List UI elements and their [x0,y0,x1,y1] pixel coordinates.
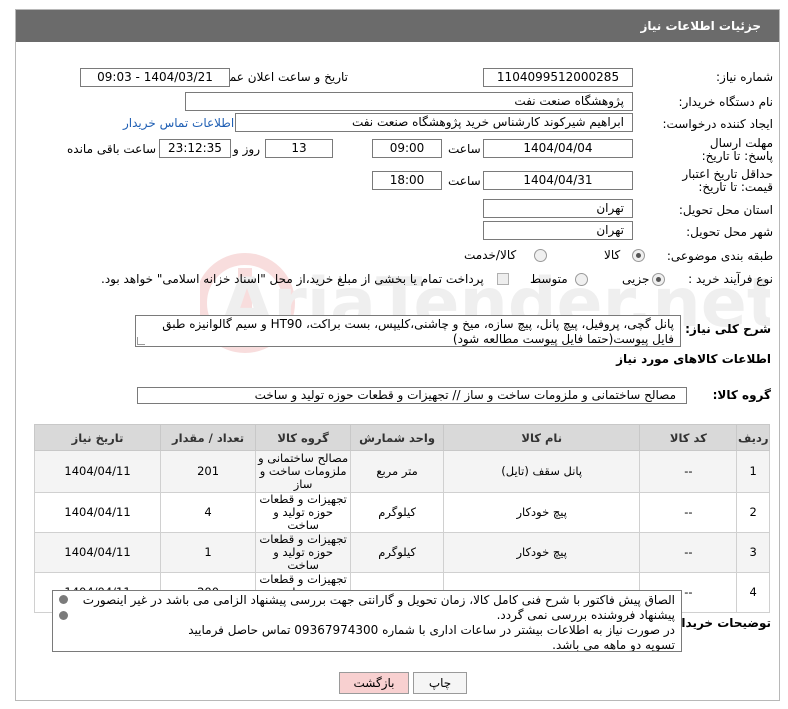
process-minor-label: جزیی [622,272,650,286]
creator-field: ابراهیم شیرکوند کارشناس خرید پژوهشگاه صن… [235,113,633,132]
col-unit: واحد شمارش [350,424,445,451]
table-row: 2 -- پیچ خودکار کیلوگرم تجهیزات و قطعات … [33,492,770,533]
notes-line: در صورت نیاز به اطلاعات بیشتر در ساعات ا… [188,623,675,637]
category-goods-service-label: کالا/خدمت [464,248,517,262]
deadline-time-label: ساعت [448,142,481,156]
row-name: پیچ خودکار [443,492,641,533]
need-number-field: 1104099512000285 [483,68,633,87]
process-medium-label: متوسط [530,272,568,286]
row-index: 1 [736,450,770,493]
row-name: پیچ خودکار [443,532,641,573]
goods-section-title: اطلاعات کالاهای مورد نیاز [616,352,771,366]
validity-label: حداقل تاریخ اعتبار قیمت: تا تاریخ: [682,167,773,194]
row-qty: 201 [160,450,257,493]
notes-scrollbar[interactable] [55,593,71,649]
notes-line: الصاق پیش فاکتور با شرح فنی کامل کالا، ز… [82,593,675,622]
province-label: استان محل تحویل: [678,203,773,217]
table-row: 3 -- پیچ خودکار کیلوگرم تجهیزات و قطعات … [33,532,770,573]
description-text: پانل گچی، پروفیل، پیچ پانل، پیچ سازه، می… [162,317,674,346]
row-code: -- [639,532,738,573]
validity-date-field: 1404/04/31 [483,171,633,190]
treasury-checkbox[interactable] [497,273,509,285]
buyer-field: پژوهشگاه صنعت نفت [185,92,633,111]
row-name: پانل سقف (تایل) [443,450,641,493]
time-remaining-label: ساعت باقی مانده [67,142,157,156]
row-index: 3 [736,532,770,573]
panel-title: جزئیات اطلاعات نیاز [16,10,779,42]
payment-note: پرداخت تمام یا بخشی از مبلغ خرید،از محل … [101,272,484,286]
process-minor-radio[interactable] [652,273,665,286]
process-medium-radio[interactable] [575,273,588,286]
deadline-time-field: 09:00 [372,139,442,158]
row-group: تجهیزات و قطعات حوزه تولید و ساخت [255,492,352,533]
notes-line: تسویه دو ماهه می باشد. [552,638,675,652]
scroll-up-icon[interactable] [59,595,68,604]
city-label: شهر محل تحویل: [686,225,773,239]
row-unit: کیلوگرم [350,532,445,573]
goods-table: ردیف کد کالا نام کالا واحد شمارش گروه کا… [33,424,770,613]
col-index: ردیف [736,424,770,451]
row-index: 4 [736,572,770,613]
category-goods-radio[interactable] [632,249,645,262]
resize-handle-icon[interactable] [137,337,145,345]
deadline-label: مهلت ارسال پاسخ: تا تاریخ: [701,136,773,163]
deadline-date-field: 1404/04/04 [483,139,633,158]
row-group: تجهیزات و قطعات حوزه تولید و ساخت [255,532,352,573]
row-index: 2 [736,492,770,533]
row-date: 1404/04/11 [33,532,162,573]
description-textarea[interactable]: پانل گچی، پروفیل، پیچ پانل، پیچ سازه، می… [135,315,681,347]
row-date: 1404/04/11 [33,450,162,493]
need-number-label: شماره نیاز: [716,70,773,84]
print-button[interactable]: چاپ [413,672,467,694]
goods-group-label: گروه کالا: [712,388,771,402]
category-label: طبقه بندی موضوعی: [666,249,773,263]
days-remaining-field: 13 [265,139,333,158]
back-button[interactable]: بازگشت [339,672,409,694]
notes-label: توضیحات خریدار: [669,616,771,630]
row-code: -- [639,492,738,533]
category-goods-service-radio[interactable] [534,249,547,262]
table-row: 1 -- پانل سقف (تایل) متر مربع مصالح ساخت… [33,450,770,493]
col-qty: تعداد / مقدار [160,424,257,451]
row-qty: 4 [160,492,257,533]
row-unit: کیلوگرم [350,492,445,533]
category-goods-label: کالا [604,248,621,262]
goods-group-field: مصالح ساختمانی و ملزومات ساخت و ساز // ت… [137,387,687,404]
scroll-thumb-icon[interactable] [59,611,68,620]
col-code: کد کالا [639,424,738,451]
buyer-contact-link[interactable]: اطلاعات تماس خریدار [123,116,234,130]
col-group: گروه کالا [255,424,352,451]
col-name: نام کالا [443,424,641,451]
announce-datetime-field: 1404/03/21 - 09:03 [80,68,230,87]
time-remaining-field: 23:12:35 [159,139,231,158]
buyer-notes-textarea[interactable]: الصاق پیش فاکتور با شرح فنی کامل کالا، ز… [52,590,682,652]
creator-label: ایجاد کننده درخواست: [662,117,773,131]
buyer-label: نام دستگاه خریدار: [678,95,774,109]
row-group: مصالح ساختمانی و ملزومات ساخت و ساز [255,450,352,493]
process-label: نوع فرآیند خرید : [688,272,773,286]
row-unit: متر مربع [350,450,445,493]
validity-time-field: 18:00 [372,171,442,190]
description-label: شرح کلی نیاز: [685,322,771,336]
row-qty: 1 [160,532,257,573]
city-field: تهران [483,221,633,240]
row-date: 1404/04/11 [33,492,162,533]
days-label: روز و [233,142,260,156]
row-code: -- [639,450,738,493]
col-date: تاریخ نیاز [33,424,162,451]
province-field: تهران [483,199,633,218]
validity-time-label: ساعت [448,174,481,188]
